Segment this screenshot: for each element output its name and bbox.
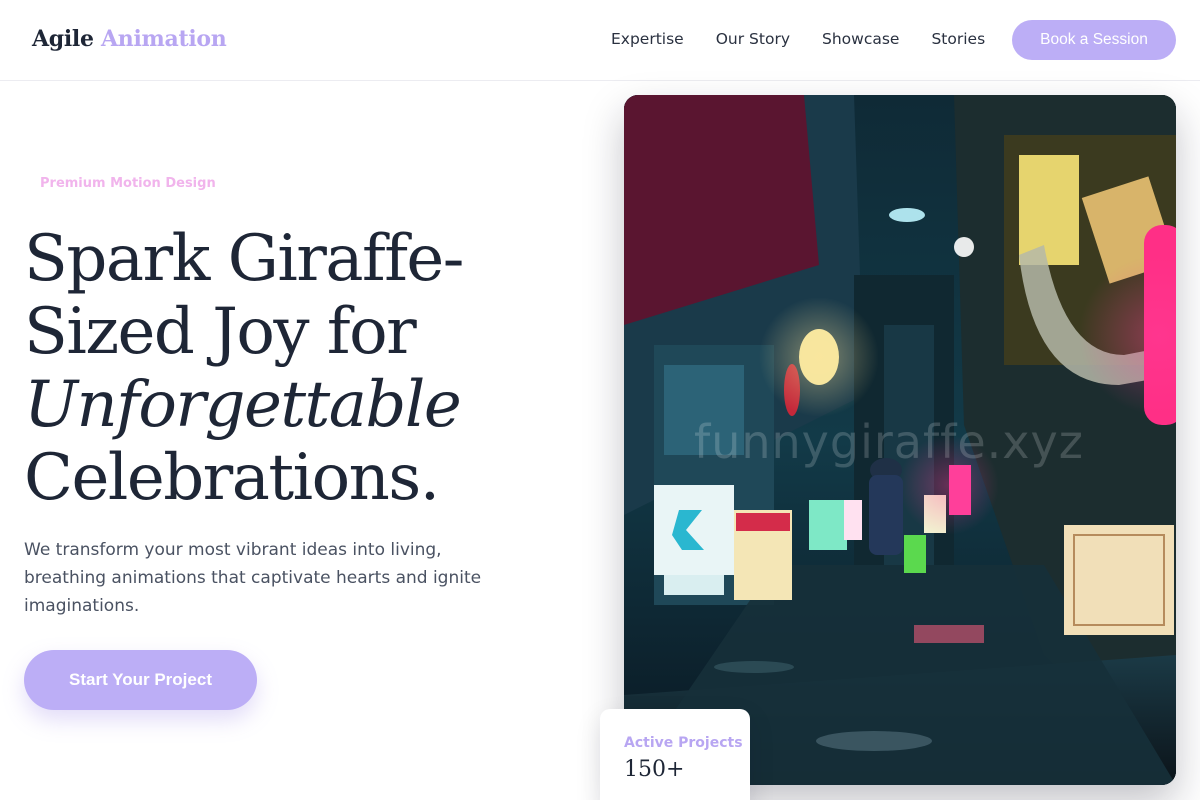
brand-logo[interactable]: Agile Animation — [32, 26, 227, 52]
stat-value: 150+ — [624, 757, 685, 782]
start-project-button[interactable]: Start Your Project — [24, 650, 257, 710]
headline-line-1: Spark Giraffe- — [24, 222, 464, 296]
nav-item-showcase[interactable]: Showcase — [822, 30, 899, 48]
nav-item-our-story[interactable]: Our Story — [716, 30, 790, 48]
nav-item-stories[interactable]: Stories — [931, 30, 985, 48]
site-header: Agile Animation Expertise Our Story Show… — [0, 0, 1200, 81]
hero-image: funnygiraffe.xyz — [624, 95, 1176, 785]
brand-name-part1: Agile — [32, 26, 94, 52]
active-projects-card: Active Projects 150+ — [600, 709, 750, 800]
headline-italic: Unforgettable — [24, 368, 462, 442]
headline-line-2: Sized Joy for — [24, 295, 417, 369]
hero-description: We transform your most vibrant ideas int… — [24, 540, 482, 616]
headline-line-4: Celebrations. — [24, 441, 440, 515]
nav-item-expertise[interactable]: Expertise — [611, 30, 684, 48]
main-nav: Expertise Our Story Showcase Stories — [611, 30, 985, 48]
brand-name-part2: Animation — [101, 26, 227, 52]
stat-label: Active Projects — [624, 735, 743, 751]
hero-headline: Spark Giraffe- Sized Joy for Unforgettab… — [24, 223, 584, 515]
image-watermark: funnygiraffe.xyz — [694, 415, 1084, 469]
book-session-button[interactable]: Book a Session — [1012, 20, 1176, 60]
hero-eyebrow: Premium Motion Design — [40, 176, 216, 191]
